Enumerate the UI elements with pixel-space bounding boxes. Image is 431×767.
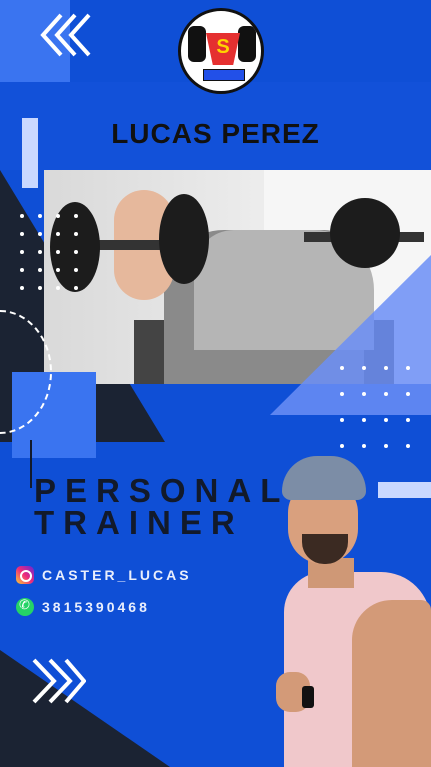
title-rule [30, 440, 32, 488]
dumbbell-right-icon [238, 26, 256, 62]
title-line-personal: PERSONAL [34, 472, 290, 509]
personal-trainer-card: S LUCAS PEREZ PERSONAL TRAINER CASTER_LU… [0, 0, 431, 767]
logo-ribbon [203, 69, 245, 81]
dumbbell-left-icon [188, 26, 206, 62]
double-chevron-right-icon [28, 656, 87, 711]
trainer-name: LUCAS PEREZ [111, 118, 320, 149]
brand-logo: S [178, 8, 264, 94]
whatsapp-icon [16, 598, 34, 616]
title-line-trainer: TRAINER [34, 504, 244, 541]
superman-shield-icon: S [206, 33, 240, 65]
instagram-contact[interactable]: CASTER_LUCAS [16, 566, 192, 584]
whatsapp-contact[interactable]: 3815390468 [16, 598, 150, 616]
instagram-icon [16, 566, 34, 584]
trainer-photo [262, 450, 431, 767]
double-chevron-down-icon [29, 9, 95, 61]
phone-number: 3815390468 [42, 599, 150, 615]
dot-grid [340, 366, 410, 448]
dot-grid [20, 214, 78, 290]
instagram-handle: CASTER_LUCAS [42, 567, 192, 583]
